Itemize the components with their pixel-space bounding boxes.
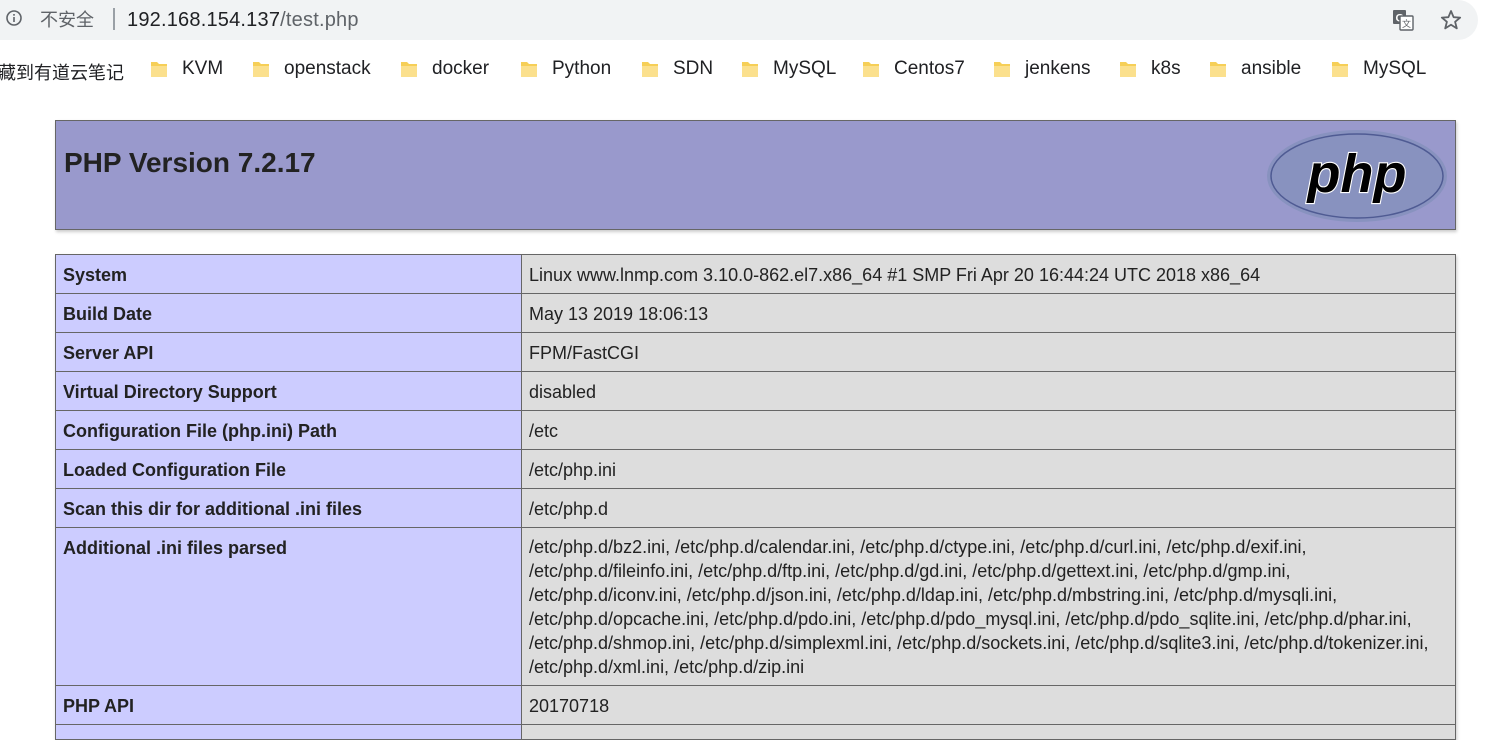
config-value xyxy=(521,724,1456,740)
bookmarks-bar: 藏到有道云笔记 KVM openstack docker Python SDN MySQL… xyxy=(0,40,1485,98)
folder-icon xyxy=(1120,62,1136,77)
table-row: Configuration File (php.ini) Path/etc xyxy=(55,410,1456,450)
bookmark-folder-sdn[interactable]: SDN xyxy=(641,56,713,82)
bookmark-folder-mysql[interactable]: MySQL xyxy=(741,56,836,82)
url-separator xyxy=(113,8,115,30)
address-bar[interactable]: 不安全 192.168.154.137/test.php G 文 xyxy=(0,0,1478,40)
config-key: Server API xyxy=(55,332,522,372)
bookmark-folder-centos7[interactable]: Centos7 xyxy=(862,56,965,82)
config-value: FPM/FastCGI xyxy=(521,332,1456,372)
bookmark-youdao-note[interactable]: 藏到有道云笔记 xyxy=(0,59,124,85)
bookmark-folder-label: Centos7 xyxy=(894,58,965,79)
translate-icon[interactable]: G 文 xyxy=(1392,9,1414,31)
bookmark-folder-k8s[interactable]: k8s xyxy=(1119,56,1181,82)
bookmark-folder-label: MySQL xyxy=(773,58,837,79)
bookmark-folder-python[interactable]: Python xyxy=(520,56,611,82)
bookmark-folder-label: openstack xyxy=(284,58,371,79)
bookmark-folder-label: Python xyxy=(552,58,612,79)
table-row: Additional .ini files parsed/etc/php.d/b… xyxy=(55,527,1456,686)
folder-icon xyxy=(863,62,879,77)
config-value: May 13 2019 18:06:13 xyxy=(521,293,1456,333)
url-field[interactable]: 192.168.154.137/test.php xyxy=(127,8,359,32)
folder-icon xyxy=(994,62,1010,77)
config-key: Virtual Directory Support xyxy=(55,371,522,411)
config-key xyxy=(55,724,522,740)
config-key: System xyxy=(55,254,522,294)
bookmark-folder-label: SDN xyxy=(673,58,714,79)
phpinfo-table: System Linux www.lnmp.com 3.10.0-862.el7.… xyxy=(55,254,1456,740)
bookmark-folder-mysql[interactable]: MySQL xyxy=(1331,56,1426,82)
folder-icon xyxy=(151,62,167,77)
bookmark-folder-label: ansible xyxy=(1241,58,1302,79)
config-value: /etc xyxy=(521,410,1456,450)
bookmark-star-icon[interactable] xyxy=(1440,9,1462,31)
info-icon[interactable] xyxy=(6,10,22,26)
folder-icon xyxy=(1332,62,1348,77)
table-row: Virtual Directory Support disabled xyxy=(55,371,1456,411)
folder-icon xyxy=(401,62,417,77)
bookmark-folder-label: KVM xyxy=(182,58,224,79)
config-value: /etc/php.d xyxy=(521,488,1456,528)
config-key: Build Date xyxy=(55,293,522,333)
table-row: Loaded Configuration File/etc/php.ini xyxy=(55,449,1456,489)
config-value: 20170718 xyxy=(521,685,1456,725)
table-row: System Linux www.lnmp.com 3.10.0-862.el7.… xyxy=(55,254,1456,294)
table-row: Server API FPM/FastCGI xyxy=(55,332,1456,372)
bookmark-folder-openstack[interactable]: openstack xyxy=(252,56,371,82)
folder-icon xyxy=(1210,62,1226,77)
bookmark-folder-label: k8s xyxy=(1151,58,1181,79)
table-row: Scan this dir for additional .ini files /… xyxy=(55,488,1456,528)
table-row xyxy=(55,724,1456,740)
security-label[interactable]: 不安全 xyxy=(40,9,94,31)
config-key: Additional .ini files parsed xyxy=(55,527,522,686)
config-value: /etc/php.d/bz2.ini, /etc/php.d/calendar.… xyxy=(521,527,1456,686)
config-value: disabled xyxy=(521,371,1456,411)
folder-icon xyxy=(742,62,758,77)
config-key: Configuration File (php.ini) Path xyxy=(55,410,522,450)
bookmark-folder-label: jenkens xyxy=(1025,58,1091,79)
phpinfo-header: PHP Version 7.2.17 php xyxy=(55,120,1456,230)
bookmark-folder-kvm[interactable]: KVM xyxy=(150,56,223,82)
folder-icon xyxy=(642,62,658,77)
config-value: /etc/php.ini xyxy=(521,449,1456,489)
config-key: PHP API xyxy=(55,685,522,725)
config-key: Scan this dir for additional .ini files xyxy=(55,488,522,528)
url-path: /test.php xyxy=(280,9,359,31)
table-row: PHP API 20170718 xyxy=(55,685,1456,725)
bookmark-folder-ansible[interactable]: ansible xyxy=(1209,56,1301,82)
folder-icon xyxy=(253,62,269,77)
bookmark-folder-jenkens[interactable]: jenkens xyxy=(993,56,1091,82)
folder-icon xyxy=(521,62,537,77)
php-logo: php xyxy=(1267,130,1447,222)
svg-text:文: 文 xyxy=(1402,18,1411,30)
svg-text:php: php xyxy=(1306,144,1407,204)
bookmark-folder-label: MySQL xyxy=(1363,58,1427,79)
bookmark-folder-docker[interactable]: docker xyxy=(400,56,489,82)
url-host: 192.168.154.137 xyxy=(127,9,281,31)
bookmark-folder-label: docker xyxy=(432,58,490,79)
page-title: PHP Version 7.2.17 xyxy=(64,147,316,178)
table-row: Build Date May 13 2019 18:06:13 xyxy=(55,293,1456,333)
config-value: Linux www.lnmp.com 3.10.0-862.el7.x86_64… xyxy=(521,254,1456,294)
config-key: Loaded Configuration File xyxy=(55,449,522,489)
